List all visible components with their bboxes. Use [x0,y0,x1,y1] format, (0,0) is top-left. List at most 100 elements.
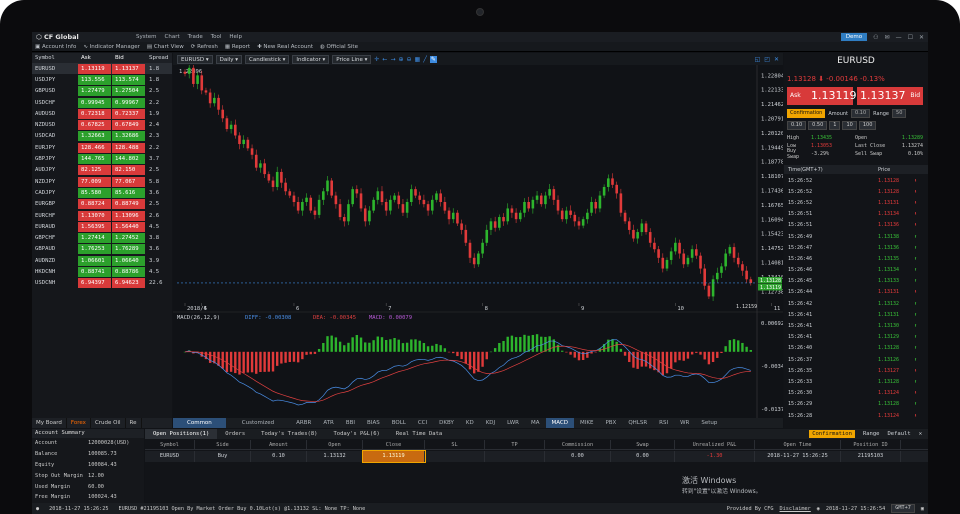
list-item[interactable]: AUDUSD 0.72318 0.72337 1.9 [32,108,172,119]
timezone-select[interactable]: GMT+7 [891,504,915,513]
tab-orders[interactable]: Orders [217,429,253,439]
lot-preset[interactable]: 0.50 [808,121,828,130]
list-item[interactable]: EURGBP 0.88724 0.88749 2.5 [32,199,172,210]
col-header[interactable]: TP [485,440,545,449]
indicator-tab[interactable]: MACD [545,418,574,428]
indicator-select[interactable]: Indicator ▾ [292,54,330,64]
indicator-tab[interactable]: ARBR [290,420,317,426]
list-item[interactable]: AUDJPY 82.125 82.150 2.5 [32,165,172,176]
account-type-badge[interactable]: Demo [840,33,868,41]
quote-ask[interactable]: 144.765 [78,154,111,165]
account-info-button[interactable]: ▣ Account Info [35,44,76,50]
col-header[interactable]: Symbol [145,440,195,449]
zoom-out-icon[interactable]: ⊖ [407,56,412,63]
quote-bid[interactable]: 1.27504 [112,86,145,97]
chart-grid-icon[interactable]: ▦ [415,56,421,63]
list-item[interactable]: USDCAD 1.32663 1.32686 2.3 [32,131,172,142]
indicator-tab[interactable]: PBX [599,420,622,426]
col-header[interactable]: Position ID [841,440,901,449]
positions-default[interactable]: Default [888,431,911,437]
quote-bid[interactable]: 6.94623 [112,278,145,289]
indicator-tab[interactable]: Setup [695,420,723,426]
quote-ask[interactable]: 85.580 [78,187,111,198]
quote-bid[interactable]: 0.67849 [112,120,145,131]
col-header[interactable]: Swap [611,440,675,449]
quote-bid[interactable]: 128.488 [112,142,145,153]
refresh-button[interactable]: ⟳ Refresh [191,44,218,50]
range-input[interactable]: 50 [892,109,907,118]
indicator-tab[interactable]: MA [525,420,546,426]
minimize-icon[interactable]: — [896,34,902,41]
quote-bid[interactable]: 1.06640 [112,255,145,266]
quote-bid[interactable]: 77.067 [112,176,145,187]
indicator-tab[interactable]: KDJ [480,420,501,426]
menu-tool[interactable]: Tool [211,34,222,40]
quote-ask[interactable]: 1.27414 [78,233,111,244]
tab-forex[interactable]: Forex [67,418,91,428]
report-button[interactable]: ▦ Report [225,44,250,50]
quote-ask[interactable]: 1.13119 [78,63,111,74]
tab-my-board[interactable]: My Board [32,418,67,428]
list-item[interactable]: GBPUSD 1.27479 1.27504 2.5 [32,86,172,97]
disclaimer-link[interactable]: Disclaimer [780,506,811,512]
quote-ask[interactable]: 6.94397 [78,278,111,289]
quote-ask[interactable]: 128.466 [78,142,111,153]
lot-preset[interactable]: 1 [829,121,841,130]
draw-icon[interactable]: ✎ [429,55,437,63]
tab-todays-pnl[interactable]: Today's P&L(6) [325,429,387,439]
quote-bid[interactable]: 1.76289 [112,244,145,255]
indicator-tab[interactable]: Customized [226,420,290,426]
quote-bid[interactable]: 1.27452 [112,233,145,244]
indicator-tab[interactable]: BOLL [386,420,412,426]
quote-bid[interactable]: 0.99967 [112,97,145,108]
quote-bid[interactable]: 82.150 [112,165,145,176]
amount-input[interactable]: 0.10 [851,109,871,118]
window-icon[interactable]: ◰ [764,56,770,63]
col-spread[interactable]: Spread [146,55,172,61]
tab-real-time-data[interactable]: Real Time Data [388,429,450,439]
quote-ask[interactable]: 77.009 [78,176,111,187]
quote-bid[interactable]: 0.88786 [112,266,145,277]
indicator-manager-button[interactable]: ∿ Indicator Manager [83,44,140,50]
indicator-tab[interactable]: KD [460,420,480,426]
quote-bid[interactable]: 113.574 [112,74,145,85]
quote-ask[interactable]: 0.88741 [78,266,111,277]
col-header[interactable]: Side [195,440,251,449]
quote-bid[interactable]: 0.72337 [112,108,145,119]
period-select[interactable]: Daily ▾ [215,54,243,64]
new-real-account-button[interactable]: ✚ New Real Account [257,44,313,50]
col-bid[interactable]: Bid [112,53,145,63]
list-item[interactable]: CADJPY 85.580 85.616 3.6 [32,187,172,198]
quote-ask[interactable]: 1.06601 [78,255,111,266]
tab-todays-trades[interactable]: Today's Trades(8) [253,429,325,439]
menu-trade[interactable]: Trade [188,34,203,40]
indicator-tab[interactable]: MIKE [574,420,599,426]
confirmation-toggle[interactable]: Confirmation [787,109,826,118]
price-line-select[interactable]: Price Line ▾ [332,54,372,64]
col-header[interactable]: Amount [251,440,307,449]
close-icon[interactable]: ✕ [919,34,924,41]
col-header[interactable]: Commission [545,440,611,449]
list-item[interactable]: NZDUSD 0.67825 0.67849 2.4 [32,119,172,131]
indicator-tab[interactable]: BIAS [361,420,386,426]
indicator-tab[interactable]: Common [173,418,226,428]
chart-close-icon[interactable]: ✕ [774,56,779,63]
list-item[interactable]: USDCNH 6.94397 6.94623 22.6 [32,278,172,289]
indicator-tab[interactable]: WR [674,420,695,426]
official-site-button[interactable]: ◍ Official Site [320,44,358,50]
list-item[interactable]: NZDJPY 77.009 77.067 5.8 [32,176,172,187]
indicator-tab[interactable]: LWR [501,420,525,426]
col-header[interactable]: SL [425,440,485,449]
menu-system[interactable]: System [136,34,157,40]
quote-ask[interactable]: 113.556 [78,74,111,85]
list-item[interactable]: HKDCNH 0.88741 0.88786 4.5 [32,266,172,277]
list-item[interactable]: EURUSD 1.13119 1.13137 1.8 [32,63,172,75]
buy-bid-button[interactable]: 1.13137 Bid [857,87,923,105]
lot-preset[interactable]: 0.10 [787,121,807,130]
list-item[interactable]: GBPAUD 1.76253 1.76289 3.6 [32,244,172,255]
list-item[interactable]: USDJPY 113.556 113.574 1.8 [32,74,172,85]
sell-ask-button[interactable]: Ask 1.13119 [787,87,857,105]
quote-bid[interactable]: 1.13096 [112,210,145,221]
list-item[interactable]: AUDNZD 1.06601 1.06640 3.9 [32,255,172,266]
trendline-icon[interactable]: ╱ [423,56,427,63]
